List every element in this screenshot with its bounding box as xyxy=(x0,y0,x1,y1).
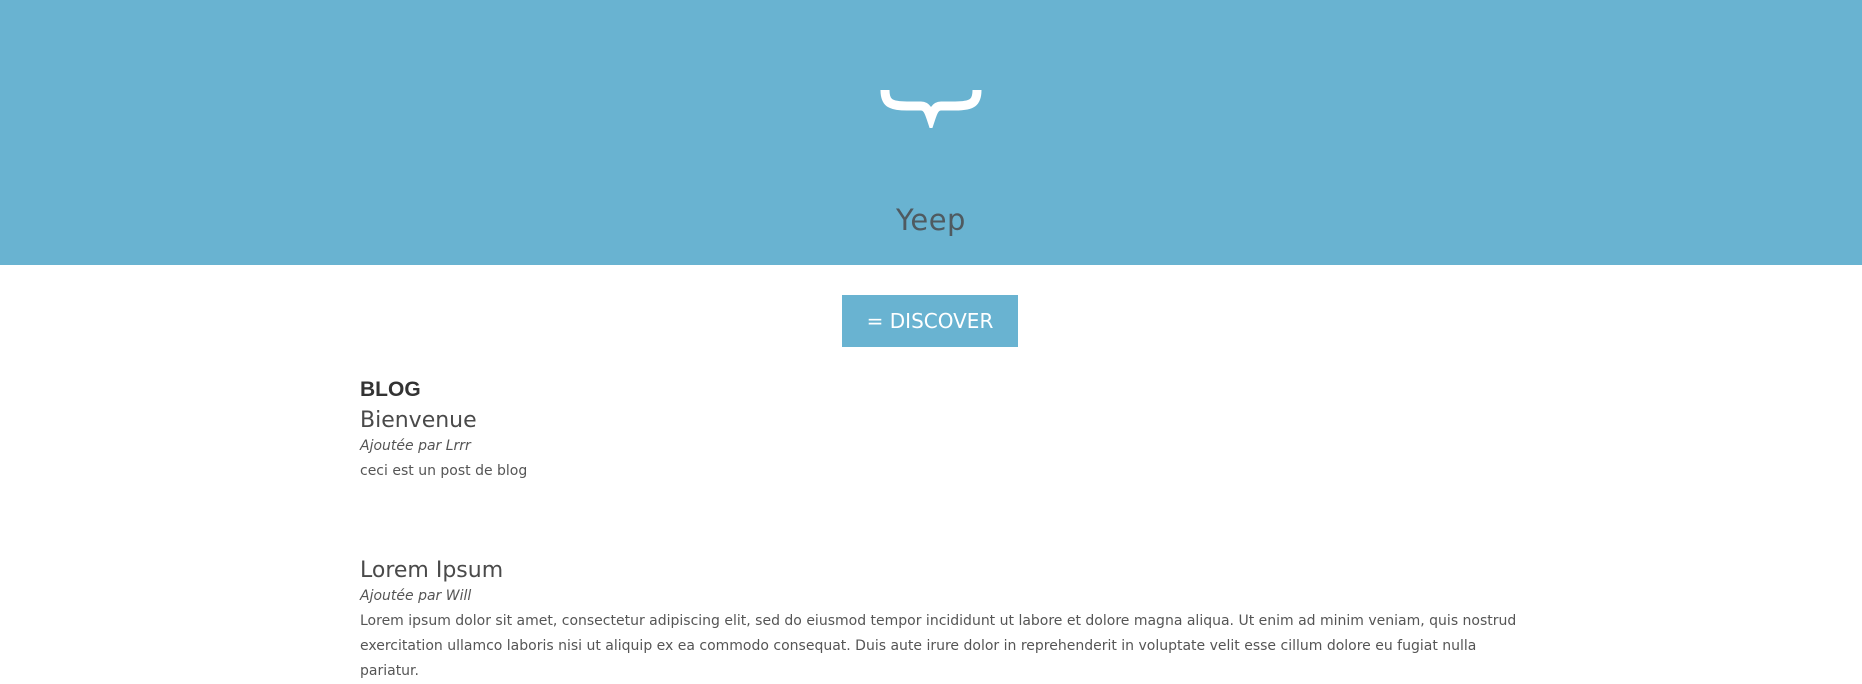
curly-brace-icon xyxy=(880,89,982,128)
blog-post: Bienvenue Ajoutée par Lrrr ceci est un p… xyxy=(360,406,1520,484)
site-title: Yeep xyxy=(896,203,966,237)
blog-section: BLOG Bienvenue Ajoutée par Lrrr ceci est… xyxy=(360,378,1520,679)
post-author: Ajoutée par Lrrr xyxy=(360,438,471,454)
post-author: Ajoutée par Will xyxy=(360,588,472,604)
discover-button[interactable]: = DISCOVER xyxy=(842,295,1018,347)
post-body: Lorem ipsum dolor sit amet, consectetur … xyxy=(360,613,1517,679)
hero-header: Yeep xyxy=(0,0,1862,265)
post-title[interactable]: Bienvenue xyxy=(360,406,1520,436)
post-body: ceci est un post de blog xyxy=(360,463,528,479)
blog-post: Lorem Ipsum Ajoutée par Will Lorem ipsum… xyxy=(360,556,1520,684)
blog-heading: BLOG xyxy=(360,378,421,401)
post-title[interactable]: Lorem Ipsum xyxy=(360,556,1520,586)
